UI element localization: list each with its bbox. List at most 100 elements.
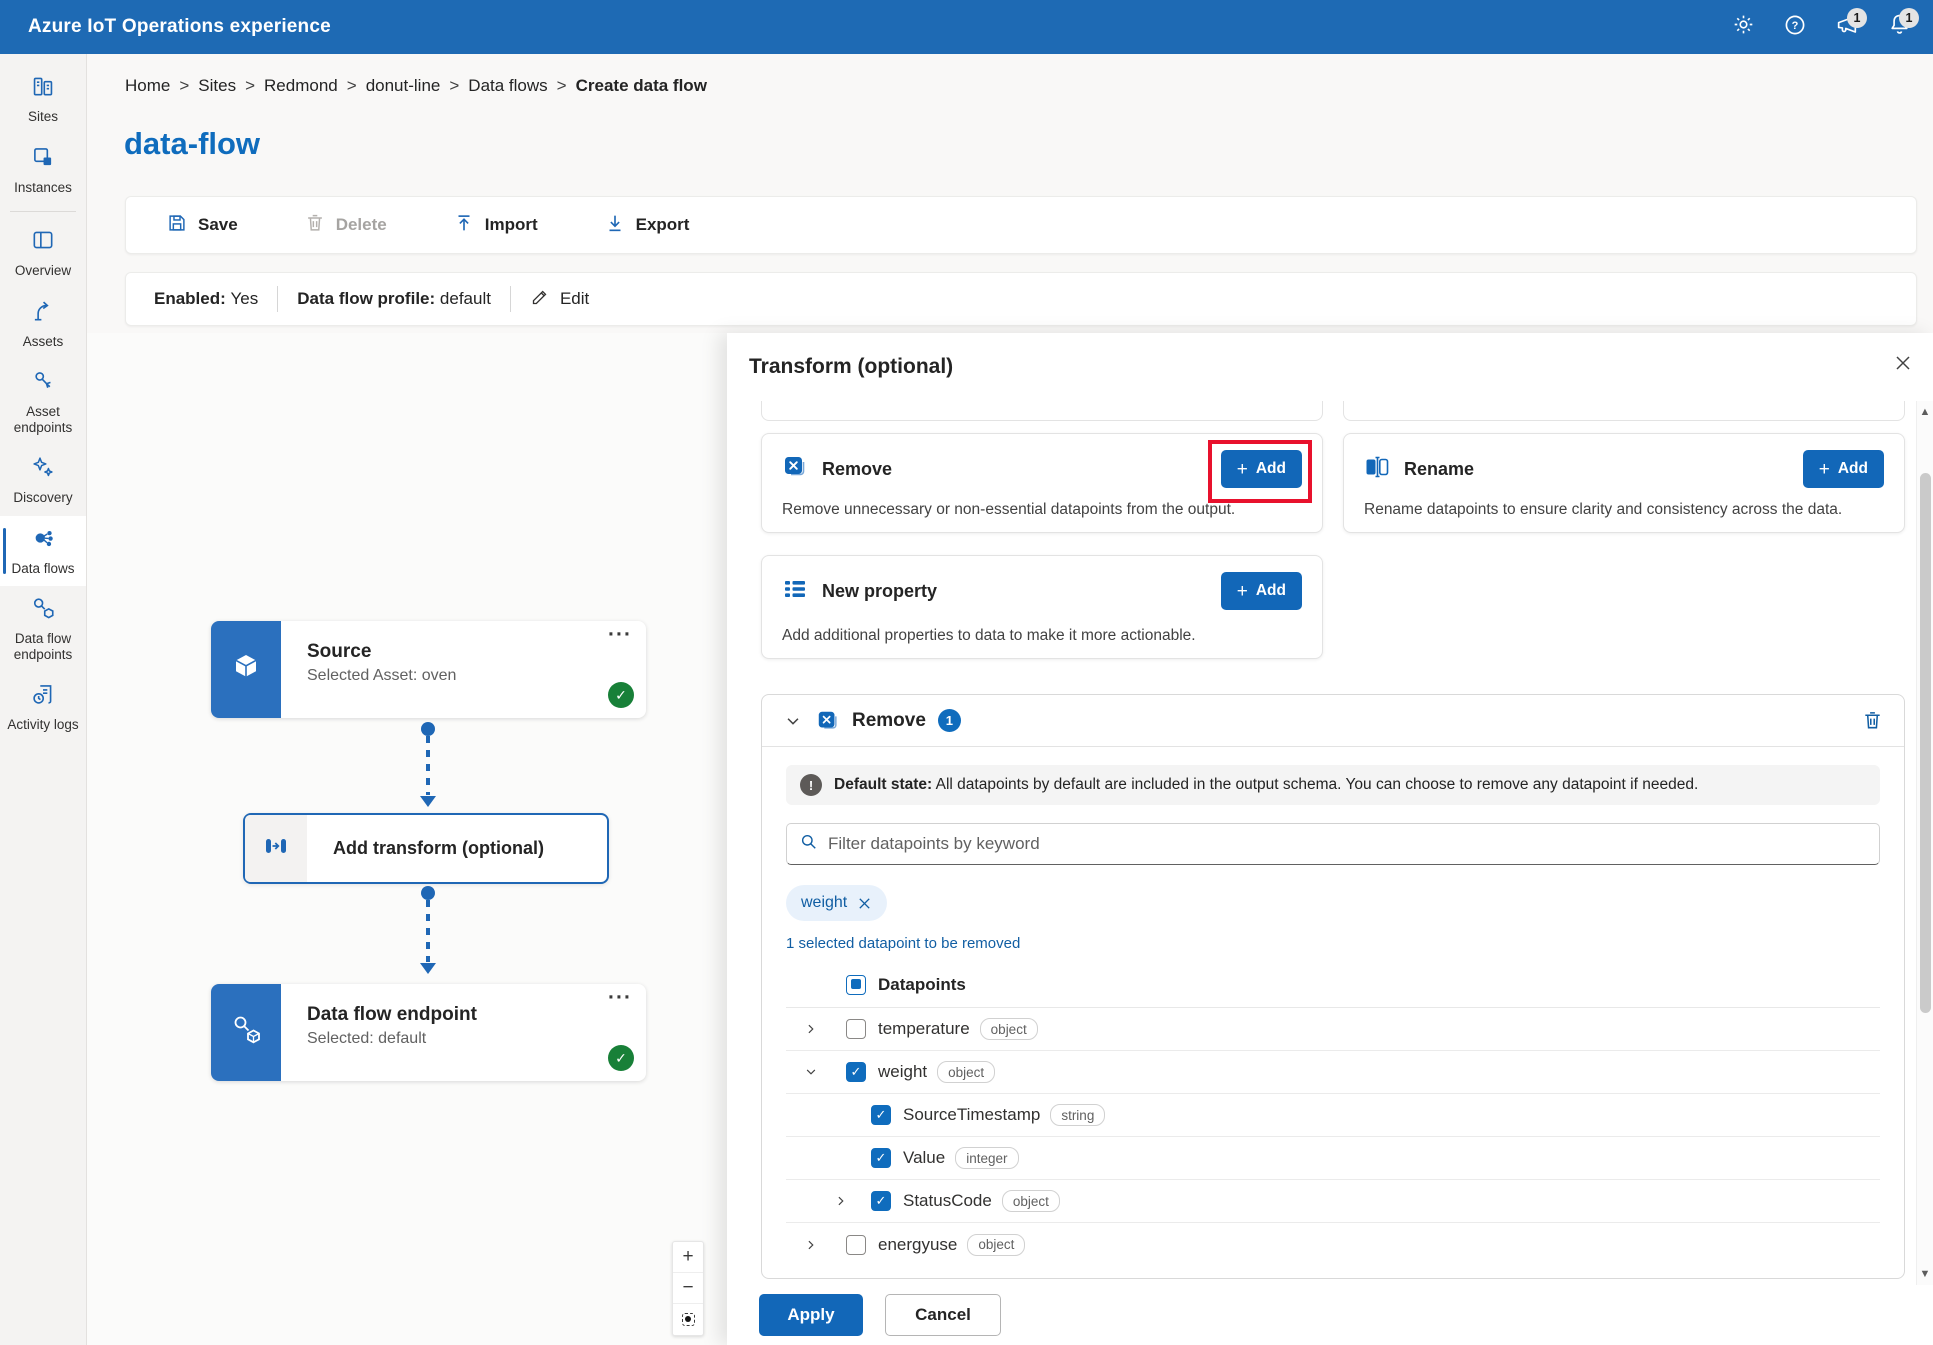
scroll-down-icon[interactable]: ▼ bbox=[1917, 1268, 1933, 1280]
more-options-button[interactable]: ··· bbox=[608, 623, 632, 647]
table-header-row: Datapoints bbox=[786, 962, 1880, 1008]
row-checkbox[interactable] bbox=[871, 1105, 891, 1125]
transform-card-row: Remove + Add Remove unnecessary or non-e bbox=[761, 433, 1905, 533]
zoom-in-button[interactable]: + bbox=[673, 1242, 703, 1273]
app-window: Azure IoT Operations experience ? 1 1 Si… bbox=[0, 0, 1933, 1345]
chevron-down-icon[interactable] bbox=[782, 712, 804, 730]
breadcrumb-home[interactable]: Home bbox=[125, 76, 170, 96]
chevron-right-icon[interactable] bbox=[831, 1194, 851, 1208]
row-checkbox[interactable] bbox=[871, 1191, 891, 1211]
table-header-label: Datapoints bbox=[878, 975, 966, 995]
sidebar-item-activity-logs[interactable]: Activity logs bbox=[0, 672, 86, 743]
remove-add-button[interactable]: + Add bbox=[1221, 450, 1302, 488]
rename-add-button[interactable]: + Add bbox=[1803, 450, 1884, 488]
fit-view-button[interactable] bbox=[673, 1304, 703, 1335]
new-property-card-title: New property bbox=[822, 581, 937, 602]
delete-section-button[interactable] bbox=[1861, 709, 1884, 732]
new-property-icon bbox=[782, 576, 808, 607]
select-all-checkbox[interactable] bbox=[846, 975, 866, 995]
sidebar-item-asset-endpoints[interactable]: Asset endpoints bbox=[0, 359, 86, 445]
import-button[interactable]: Import bbox=[453, 212, 538, 239]
svg-text:?: ? bbox=[1792, 20, 1799, 32]
row-checkbox[interactable] bbox=[846, 1062, 866, 1082]
table-row-energyuse[interactable]: energyuse object bbox=[786, 1223, 1880, 1266]
sidebar-item-data-flow-endpoints[interactable]: Data flow endpoints bbox=[0, 586, 86, 672]
apply-button[interactable]: Apply bbox=[759, 1294, 863, 1336]
sidebar-item-assets[interactable]: Assets bbox=[0, 289, 86, 360]
edit-button[interactable]: Edit bbox=[530, 286, 589, 312]
sites-icon bbox=[30, 73, 56, 104]
partial-card bbox=[761, 401, 1323, 421]
help-button[interactable]: ? bbox=[1775, 7, 1815, 47]
add-transform-node[interactable]: Add transform (optional) bbox=[243, 813, 609, 884]
table-row-temperature[interactable]: temperature object bbox=[786, 1008, 1880, 1051]
dismiss-tag-icon[interactable] bbox=[857, 896, 872, 911]
announcements-button[interactable]: 1 bbox=[1827, 7, 1867, 47]
info-text: All datapoints by default are included i… bbox=[936, 776, 1699, 793]
more-options-button[interactable]: ··· bbox=[608, 986, 632, 1010]
table-row-weight[interactable]: weight object bbox=[786, 1051, 1880, 1094]
breadcrumb-donut-line[interactable]: donut-line bbox=[366, 76, 441, 96]
source-node-subtitle: Selected Asset: oven bbox=[307, 667, 456, 685]
cancel-button[interactable]: Cancel bbox=[885, 1294, 1001, 1336]
transform-node-iconbox bbox=[245, 815, 307, 882]
sidebar-item-sites[interactable]: Sites bbox=[0, 64, 86, 135]
plus-icon: + bbox=[1237, 460, 1248, 479]
flow-canvas[interactable]: Source Selected Asset: oven ··· Add tran… bbox=[87, 333, 727, 1345]
datapoint-type-badge: object bbox=[980, 1018, 1038, 1040]
help-icon: ? bbox=[1783, 13, 1807, 42]
chevron-down-icon[interactable] bbox=[801, 1065, 821, 1079]
connector-arrow-icon bbox=[420, 796, 436, 807]
source-node-title: Source bbox=[307, 641, 456, 663]
table-row-statuscode[interactable]: StatusCode object bbox=[786, 1180, 1880, 1223]
notifications-button[interactable]: 1 bbox=[1879, 7, 1919, 47]
row-checkbox[interactable] bbox=[846, 1019, 866, 1039]
row-checkbox[interactable] bbox=[846, 1235, 866, 1255]
breadcrumb-data-flows[interactable]: Data flows bbox=[468, 76, 547, 96]
sidebar-item-overview[interactable]: Overview bbox=[0, 218, 86, 289]
search-icon bbox=[799, 832, 819, 857]
zoom-out-button[interactable]: − bbox=[673, 1273, 703, 1304]
new-property-row: New property + Add Add additional proper… bbox=[761, 555, 1905, 659]
count-badge: 1 bbox=[938, 709, 961, 732]
panel-scroll-area: Remove + Add Remove unnecessary or non-e bbox=[727, 401, 1916, 1285]
new-property-card: New property + Add Add additional proper… bbox=[761, 555, 1323, 659]
topbar: Azure IoT Operations experience ? 1 1 bbox=[0, 0, 1933, 54]
settings-button[interactable] bbox=[1723, 7, 1763, 47]
cut-card-row bbox=[761, 401, 1905, 421]
chevron-right-icon[interactable] bbox=[801, 1238, 821, 1252]
info-bold: Default state: bbox=[834, 776, 932, 793]
breadcrumb-sites[interactable]: Sites bbox=[198, 76, 236, 96]
new-property-add-button[interactable]: + Add bbox=[1221, 572, 1302, 610]
edit-label: Edit bbox=[560, 289, 589, 309]
divider bbox=[277, 286, 278, 312]
export-button[interactable]: Export bbox=[604, 212, 690, 239]
rename-card-description: Rename datapoints to ensure clarity and … bbox=[1364, 501, 1842, 519]
filter-datapoints-input[interactable] bbox=[828, 834, 1867, 854]
close-panel-button[interactable] bbox=[1887, 349, 1919, 381]
panel-scrollbar[interactable]: ▲ ▼ bbox=[1916, 401, 1933, 1285]
breadcrumb-redmond[interactable]: Redmond bbox=[264, 76, 338, 96]
table-row-sourcetimestamp[interactable]: SourceTimestamp string bbox=[786, 1094, 1880, 1137]
sidebar-item-instances[interactable]: Instances bbox=[0, 135, 86, 206]
save-button[interactable]: Save bbox=[166, 212, 238, 239]
remove-section-content: ! Default state: All datapoints by defau… bbox=[762, 747, 1904, 1278]
info-icon: ! bbox=[800, 774, 822, 796]
trash-icon bbox=[304, 212, 326, 239]
scroll-up-icon[interactable]: ▲ bbox=[1917, 406, 1933, 418]
profile-label: Data flow profile: bbox=[297, 289, 435, 308]
add-label: Add bbox=[1256, 582, 1286, 600]
sidebar-item-data-flows[interactable]: Data flows bbox=[0, 516, 86, 587]
chevron-right-icon[interactable] bbox=[801, 1022, 821, 1036]
data-flow-endpoint-node[interactable]: Data flow endpoint Selected: default ··· bbox=[211, 984, 646, 1081]
sidebar-item-discovery[interactable]: Discovery bbox=[0, 445, 86, 516]
add-label: Add bbox=[1838, 460, 1868, 478]
toolbar: Save Delete Import Export bbox=[125, 196, 1917, 254]
table-row-value[interactable]: Value integer bbox=[786, 1137, 1880, 1180]
panel-header: Transform (optional) bbox=[727, 333, 1933, 401]
breadcrumb-separator: > bbox=[557, 76, 567, 96]
source-node[interactable]: Source Selected Asset: oven ··· bbox=[211, 621, 646, 718]
scrollbar-thumb[interactable] bbox=[1920, 473, 1931, 1013]
row-checkbox[interactable] bbox=[871, 1148, 891, 1168]
app-title: Azure IoT Operations experience bbox=[28, 16, 331, 38]
